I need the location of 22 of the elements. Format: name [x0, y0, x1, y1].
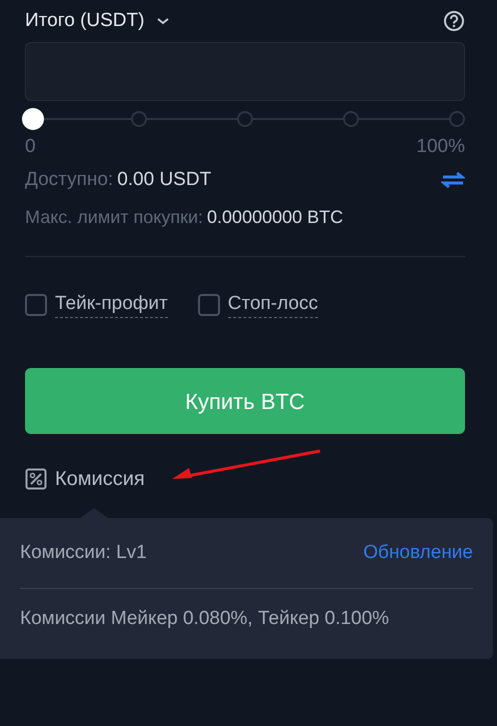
chevron-icon — [156, 16, 170, 26]
swap-icon[interactable] — [441, 170, 465, 189]
checkbox[interactable] — [198, 294, 220, 316]
help-icon[interactable] — [443, 10, 465, 32]
upgrade-link[interactable]: Обновление — [363, 538, 473, 568]
fee-rates-text: Комиссии Мейкер 0.080%, Тейкер 0.100% — [20, 607, 390, 631]
min-label: 0 — [25, 135, 36, 159]
percent-icon — [25, 468, 47, 490]
fee-level-text: Комиссии: Lv1 — [20, 540, 147, 565]
option-label[interactable]: Стоп-лосс — [228, 291, 318, 318]
max-limit-label: Макс. лимит покупки: — [25, 206, 204, 229]
fee-label[interactable]: Комиссия — [55, 464, 145, 494]
checkbox[interactable] — [25, 294, 47, 316]
option-label[interactable]: Тейк-профит — [55, 291, 168, 318]
total-dropdown[interactable]: Итого (USDT) — [25, 6, 170, 36]
percent-slider[interactable] — [25, 107, 465, 131]
slider-thumb[interactable] — [22, 108, 44, 130]
max-limit-value: 0.00000000 BTC — [207, 206, 344, 229]
max-label: 100% — [416, 135, 465, 159]
available-label: Доступно: — [25, 168, 114, 192]
available-value: 0.00 USDT — [117, 168, 212, 192]
total-input-field[interactable] — [25, 42, 465, 101]
